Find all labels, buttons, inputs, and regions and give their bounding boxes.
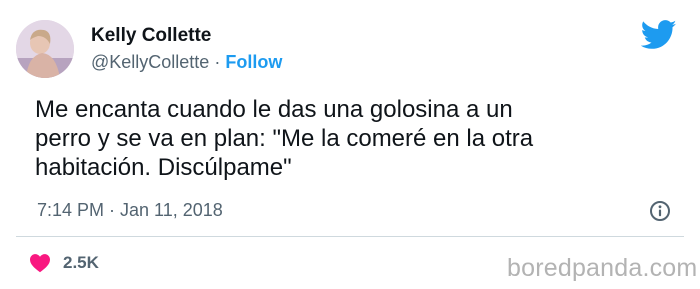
tweet-card: Kelly Collette @KellyCollette · Follow M…	[0, 0, 700, 289]
heart-icon[interactable]	[29, 253, 51, 273]
tweet-text-line: perro y se va en plan: "Me la comeré en …	[35, 125, 534, 152]
tweet-text: Me encanta cuando le das una golosina a …	[35, 95, 675, 182]
watermark: boredpanda.com	[507, 254, 698, 282]
twitter-bird-icon[interactable]	[641, 20, 677, 50]
avatar-image	[16, 20, 74, 78]
author-handle[interactable]: @KellyCollette	[91, 52, 209, 72]
divider	[16, 236, 684, 237]
like-count[interactable]: 2.5K	[63, 253, 99, 273]
follow-button[interactable]: Follow	[225, 52, 282, 72]
tweet-text-line: Me encanta cuando le das una golosina a …	[35, 96, 513, 123]
avatar[interactable]	[16, 20, 74, 78]
tweet-text-line: habitación. Discúlpame"	[35, 154, 292, 181]
author-handle-line: @KellyCollette · Follow	[91, 52, 282, 73]
author-name[interactable]: Kelly Collette	[91, 25, 211, 47]
info-icon[interactable]	[649, 200, 671, 222]
separator-dot: ·	[209, 52, 226, 72]
tweet-timestamp[interactable]: 7:14 PM · Jan 11, 2018	[37, 200, 223, 221]
